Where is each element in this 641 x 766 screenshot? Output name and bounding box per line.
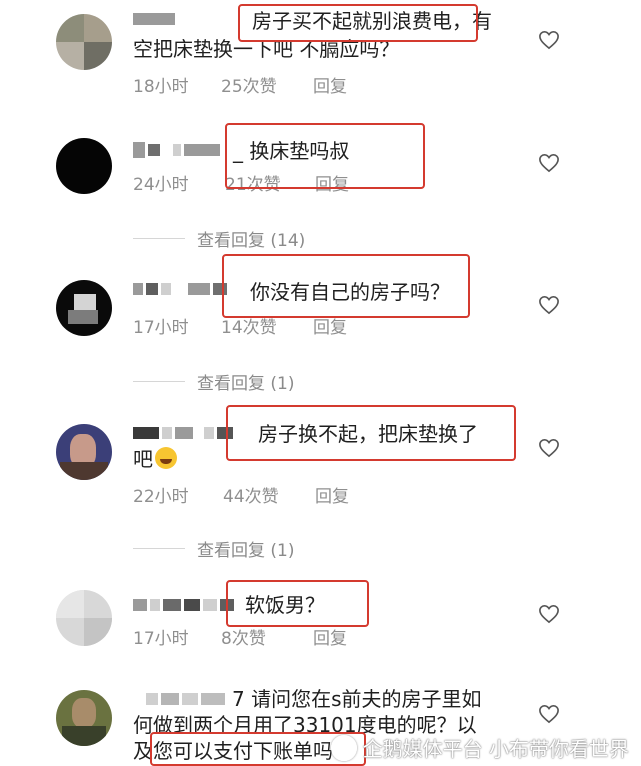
reply-link[interactable]: 回复 — [313, 72, 347, 97]
divider — [133, 238, 185, 239]
laughing-emoji-icon — [155, 447, 177, 469]
heart-outline-icon[interactable] — [538, 704, 560, 724]
like-count: 8次赞 — [221, 629, 266, 649]
comment-time: 24小时 — [133, 175, 189, 195]
comment-text-start: 请问您在s前夫的房子里如 — [251, 687, 482, 711]
avatar[interactable] — [56, 590, 112, 646]
reply-link[interactable]: 回复 — [313, 624, 347, 649]
avatar[interactable] — [56, 280, 112, 336]
heart-outline-icon[interactable] — [538, 30, 560, 50]
reply-link[interactable]: 回复 — [315, 482, 349, 507]
view-replies-link[interactable]: 查看回复 (14) — [133, 226, 305, 251]
username-suffix: 7 — [232, 687, 245, 711]
highlight-box — [222, 254, 470, 318]
username[interactable] — [133, 142, 220, 158]
username[interactable] — [133, 12, 175, 26]
divider — [133, 548, 185, 549]
watermark: 企鹅媒体平台 小布带你看世界 — [330, 733, 629, 762]
comment-meta: 18小时 25次赞 回复 — [133, 72, 347, 97]
heart-outline-icon[interactable] — [538, 438, 560, 458]
highlight-box — [226, 405, 516, 461]
avatar[interactable] — [56, 14, 112, 70]
view-replies-label[interactable]: 查看回复 (1) — [197, 536, 294, 561]
highlight-box — [225, 123, 425, 189]
comment-time: 18小时 — [133, 77, 189, 97]
comment-text: 吧 — [133, 444, 177, 474]
comment-time: 17小时 — [133, 629, 189, 649]
avatar[interactable] — [56, 138, 112, 194]
penguin-logo-icon — [330, 734, 357, 761]
view-replies-link[interactable]: 查看回复 (1) — [133, 536, 294, 561]
username[interactable] — [133, 598, 234, 612]
heart-outline-icon[interactable] — [538, 295, 560, 315]
highlight-box — [238, 4, 478, 42]
divider — [133, 381, 185, 382]
heart-outline-icon[interactable] — [538, 153, 560, 173]
avatar[interactable] — [56, 690, 112, 746]
avatar[interactable] — [56, 424, 112, 480]
username[interactable] — [133, 282, 227, 296]
username[interactable] — [146, 692, 225, 706]
view-replies-link[interactable]: 查看回复 (1) — [133, 369, 294, 394]
comment-time: 22小时 — [133, 487, 189, 507]
highlight-box — [226, 580, 369, 627]
username[interactable] — [133, 426, 233, 440]
like-count: 44次赞 — [223, 487, 279, 507]
comment-text-tail: 吧 — [133, 447, 153, 471]
heart-outline-icon[interactable] — [538, 604, 560, 624]
comment-time: 17小时 — [133, 318, 189, 338]
view-replies-label[interactable]: 查看回复 (1) — [197, 369, 294, 394]
watermark-text: 企鹅媒体平台 小布带你看世界 — [362, 737, 629, 761]
view-replies-label[interactable]: 查看回复 (14) — [197, 226, 305, 251]
comment-meta: 17小时 8次赞 回复 — [133, 624, 347, 649]
comment-meta: 22小时 44次赞 回复 — [133, 482, 349, 507]
like-count: 25次赞 — [221, 77, 277, 97]
